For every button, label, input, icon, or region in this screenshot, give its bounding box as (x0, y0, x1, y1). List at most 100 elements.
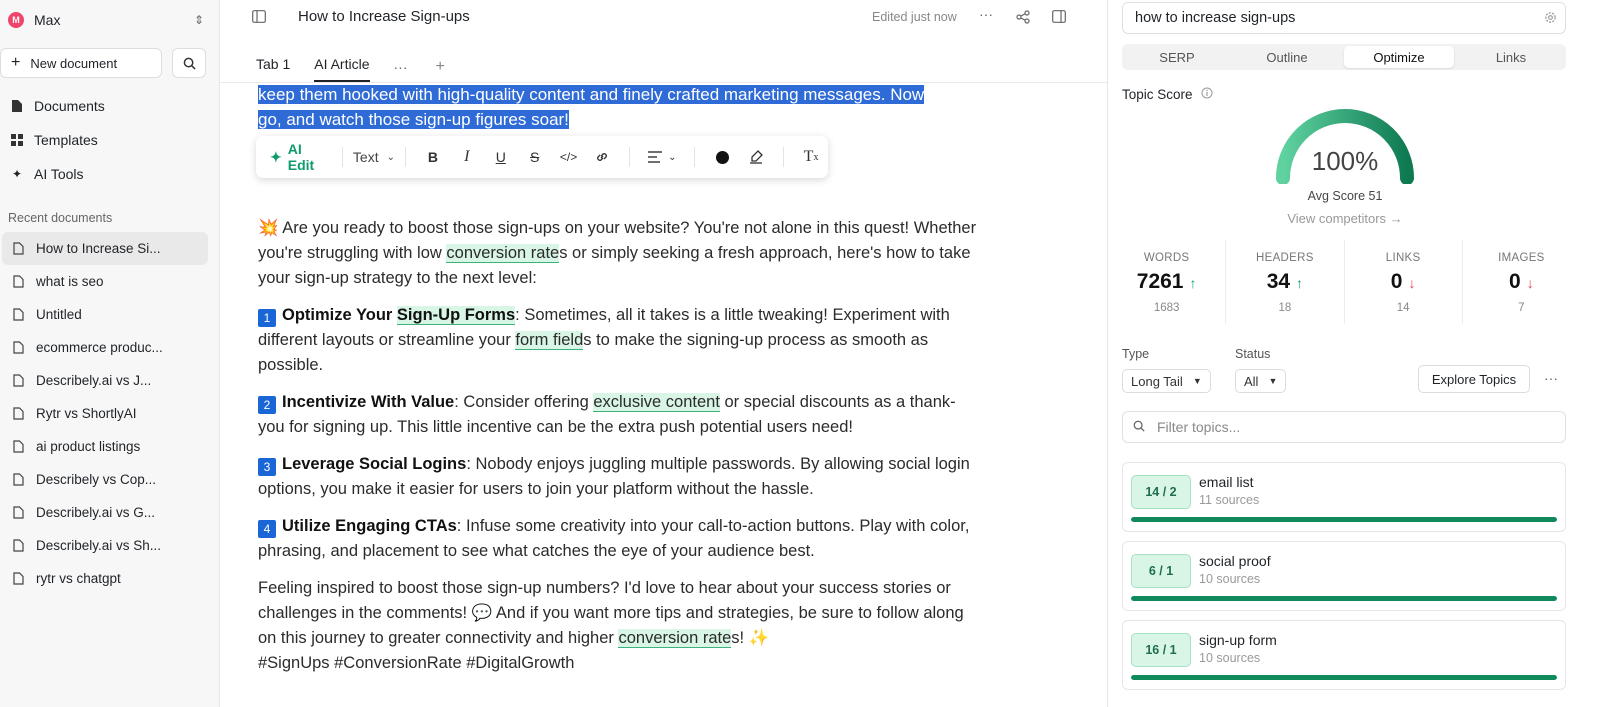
toggle-panel-icon[interactable] (1052, 10, 1066, 26)
topic-name: email list (1199, 474, 1254, 490)
grid-icon (10, 134, 24, 146)
document-body[interactable]: 💥 Are you ready to boost those sign-ups … (258, 216, 978, 688)
recent-item-label: ecommerce produc... (36, 340, 163, 355)
highlighted-keyword[interactable]: form field (515, 331, 584, 350)
workspace-switcher[interactable]: M Max ⇕ (8, 8, 204, 32)
new-document-button[interactable]: + New document (0, 48, 162, 78)
recent-item[interactable]: Untitled (2, 298, 208, 331)
recent-item[interactable]: ecommerce produc... (2, 331, 208, 364)
link-button[interactable] (586, 150, 620, 164)
recent-item[interactable]: rytr vs chatgpt (2, 562, 208, 595)
search-button[interactable] (172, 48, 206, 78)
tab-1[interactable]: Tab 1 (256, 52, 290, 82)
list-item-1: 1 Optimize Your Sign-Up Forms: Sometimes,… (258, 306, 950, 374)
topic-sources: 10 sources (1199, 651, 1261, 665)
arrow-down-icon: ↓ (1526, 275, 1534, 291)
file-outline-icon (12, 473, 24, 486)
recent-item-label: what is seo (36, 274, 104, 289)
topic-score-label: Topic Score (1122, 87, 1213, 102)
list-item-2: 2 Incentivize With Value: Consider offeri… (258, 393, 956, 436)
highlight-button[interactable] (739, 150, 773, 164)
tab-more-icon[interactable]: ··· (394, 59, 408, 75)
tab-ai-article[interactable]: AI Article (314, 52, 370, 82)
filter-topics-input[interactable]: Filter topics... (1122, 411, 1566, 443)
topic-card[interactable]: 14 / 2 email list 11 sources (1122, 462, 1566, 532)
recent-item[interactable]: what is seo (2, 265, 208, 298)
recent-item[interactable]: Describely.ai vs Sh... (2, 529, 208, 562)
topic-card[interactable]: 6 / 1 social proof 10 sources (1122, 541, 1566, 611)
number-badge: 3 (258, 458, 276, 476)
toolbar-divider (783, 147, 785, 167)
number-badge: 2 (258, 396, 276, 414)
bold-button[interactable]: B (416, 149, 450, 165)
type-dropdown[interactable]: Long Tail ▼ (1122, 369, 1211, 393)
tab-serp[interactable]: SERP (1122, 44, 1232, 70)
editor-area: How to Increase Sign-ups Edited just now… (220, 0, 1107, 707)
share-icon[interactable] (1016, 10, 1030, 27)
view-competitors-link[interactable]: View competitors → (1270, 211, 1420, 226)
stat-headers: HEADERS 34 ↑ 18 (1226, 240, 1345, 324)
recent-item[interactable]: ai product listings (2, 430, 208, 463)
toolbar-divider (341, 147, 343, 167)
highlighted-keyword[interactable]: Sign-Up Forms (396, 306, 516, 325)
selected-line-2: go, and watch those sign-up figures soar… (258, 110, 569, 129)
highlighted-keyword[interactable]: conversion rate (446, 244, 560, 263)
ai-edit-button[interactable]: ✦ AI Edit (270, 141, 332, 173)
filter-placeholder: Filter topics... (1157, 419, 1241, 435)
strikethrough-button[interactable]: S (518, 149, 552, 165)
underline-button[interactable]: U (484, 149, 518, 165)
recent-item[interactable]: Rytr vs ShortlyAI (2, 397, 208, 430)
document-title[interactable]: How to Increase Sign-ups (298, 8, 470, 25)
workspace-avatar: M (8, 12, 24, 28)
formatting-toolbar: ✦ AI Edit Text ⌄ B I U S </> ⌄ Tx (256, 136, 828, 178)
clear-format-button[interactable]: Tx (794, 148, 828, 166)
highlighted-keyword[interactable]: exclusive content (593, 393, 720, 412)
topic-card[interactable]: 16 / 1 sign-up form 10 sources (1122, 620, 1566, 690)
text-style-dropdown[interactable]: Text ⌄ (353, 149, 395, 165)
recent-item[interactable]: Describely vs Cop... (2, 463, 208, 496)
italic-button[interactable]: I (450, 148, 484, 166)
sparkle-icon: ✦ (11, 167, 23, 181)
selected-text[interactable]: keep them hooked with high-quality conte… (258, 82, 958, 132)
sparkle-icon: ✦ (270, 148, 282, 165)
more-options-icon[interactable]: ··· (979, 6, 993, 22)
info-icon[interactable] (1201, 87, 1213, 102)
align-dropdown[interactable]: ⌄ (640, 151, 684, 163)
topic-progress-fill (1131, 517, 1557, 522)
nav-templates[interactable]: Templates (10, 130, 98, 150)
status-dropdown[interactable]: All ▼ (1235, 369, 1287, 393)
search-icon (1133, 419, 1145, 435)
sparkle-emoji: ✨ (748, 629, 770, 647)
stat-links: LINKS 0 ↓ 14 (1345, 240, 1463, 324)
code-button[interactable]: </> (552, 150, 586, 164)
more-options-icon[interactable]: ··· (1544, 370, 1558, 386)
recent-documents-list: How to Increase Si... what is seo Untitl… (0, 232, 220, 595)
recent-item[interactable]: How to Increase Si... (2, 232, 208, 265)
status-label: Status (1235, 347, 1271, 361)
nav-ai-tools[interactable]: ✦ AI Tools (10, 164, 84, 184)
text-color-button[interactable] (705, 150, 739, 164)
tab-links[interactable]: Links (1456, 44, 1566, 70)
toolbar-divider (629, 147, 631, 167)
recent-item[interactable]: Describely.ai vs G... (2, 496, 208, 529)
toggle-sidebar-icon[interactable] (252, 10, 266, 26)
keyword-input[interactable]: how to increase sign-ups (1122, 2, 1566, 34)
topic-name: social proof (1199, 553, 1271, 569)
highlighted-keyword[interactable]: conversion rate (618, 629, 732, 648)
gear-icon[interactable] (1544, 11, 1557, 28)
arrow-up-icon: ↑ (1189, 275, 1197, 291)
topic-progress (1131, 596, 1557, 601)
recent-item[interactable]: Describely.ai vs J... (2, 364, 208, 397)
optimize-panel: how to increase sign-ups SERP Outline Op… (1107, 0, 1600, 707)
explore-topics-button[interactable]: Explore Topics (1418, 365, 1530, 393)
type-label: Type (1122, 347, 1150, 361)
chevron-down-icon: ⌄ (386, 151, 395, 163)
recent-item-label: Describely.ai vs Sh... (36, 538, 162, 553)
topic-progress (1131, 675, 1557, 680)
link-icon (597, 153, 608, 161)
stat-words: WORDS 7261 ↑ 1683 (1108, 240, 1227, 324)
add-tab-icon[interactable]: + (436, 58, 445, 76)
tab-outline[interactable]: Outline (1232, 44, 1342, 70)
tab-optimize[interactable]: Optimize (1344, 46, 1454, 68)
nav-documents[interactable]: Documents (10, 96, 105, 116)
